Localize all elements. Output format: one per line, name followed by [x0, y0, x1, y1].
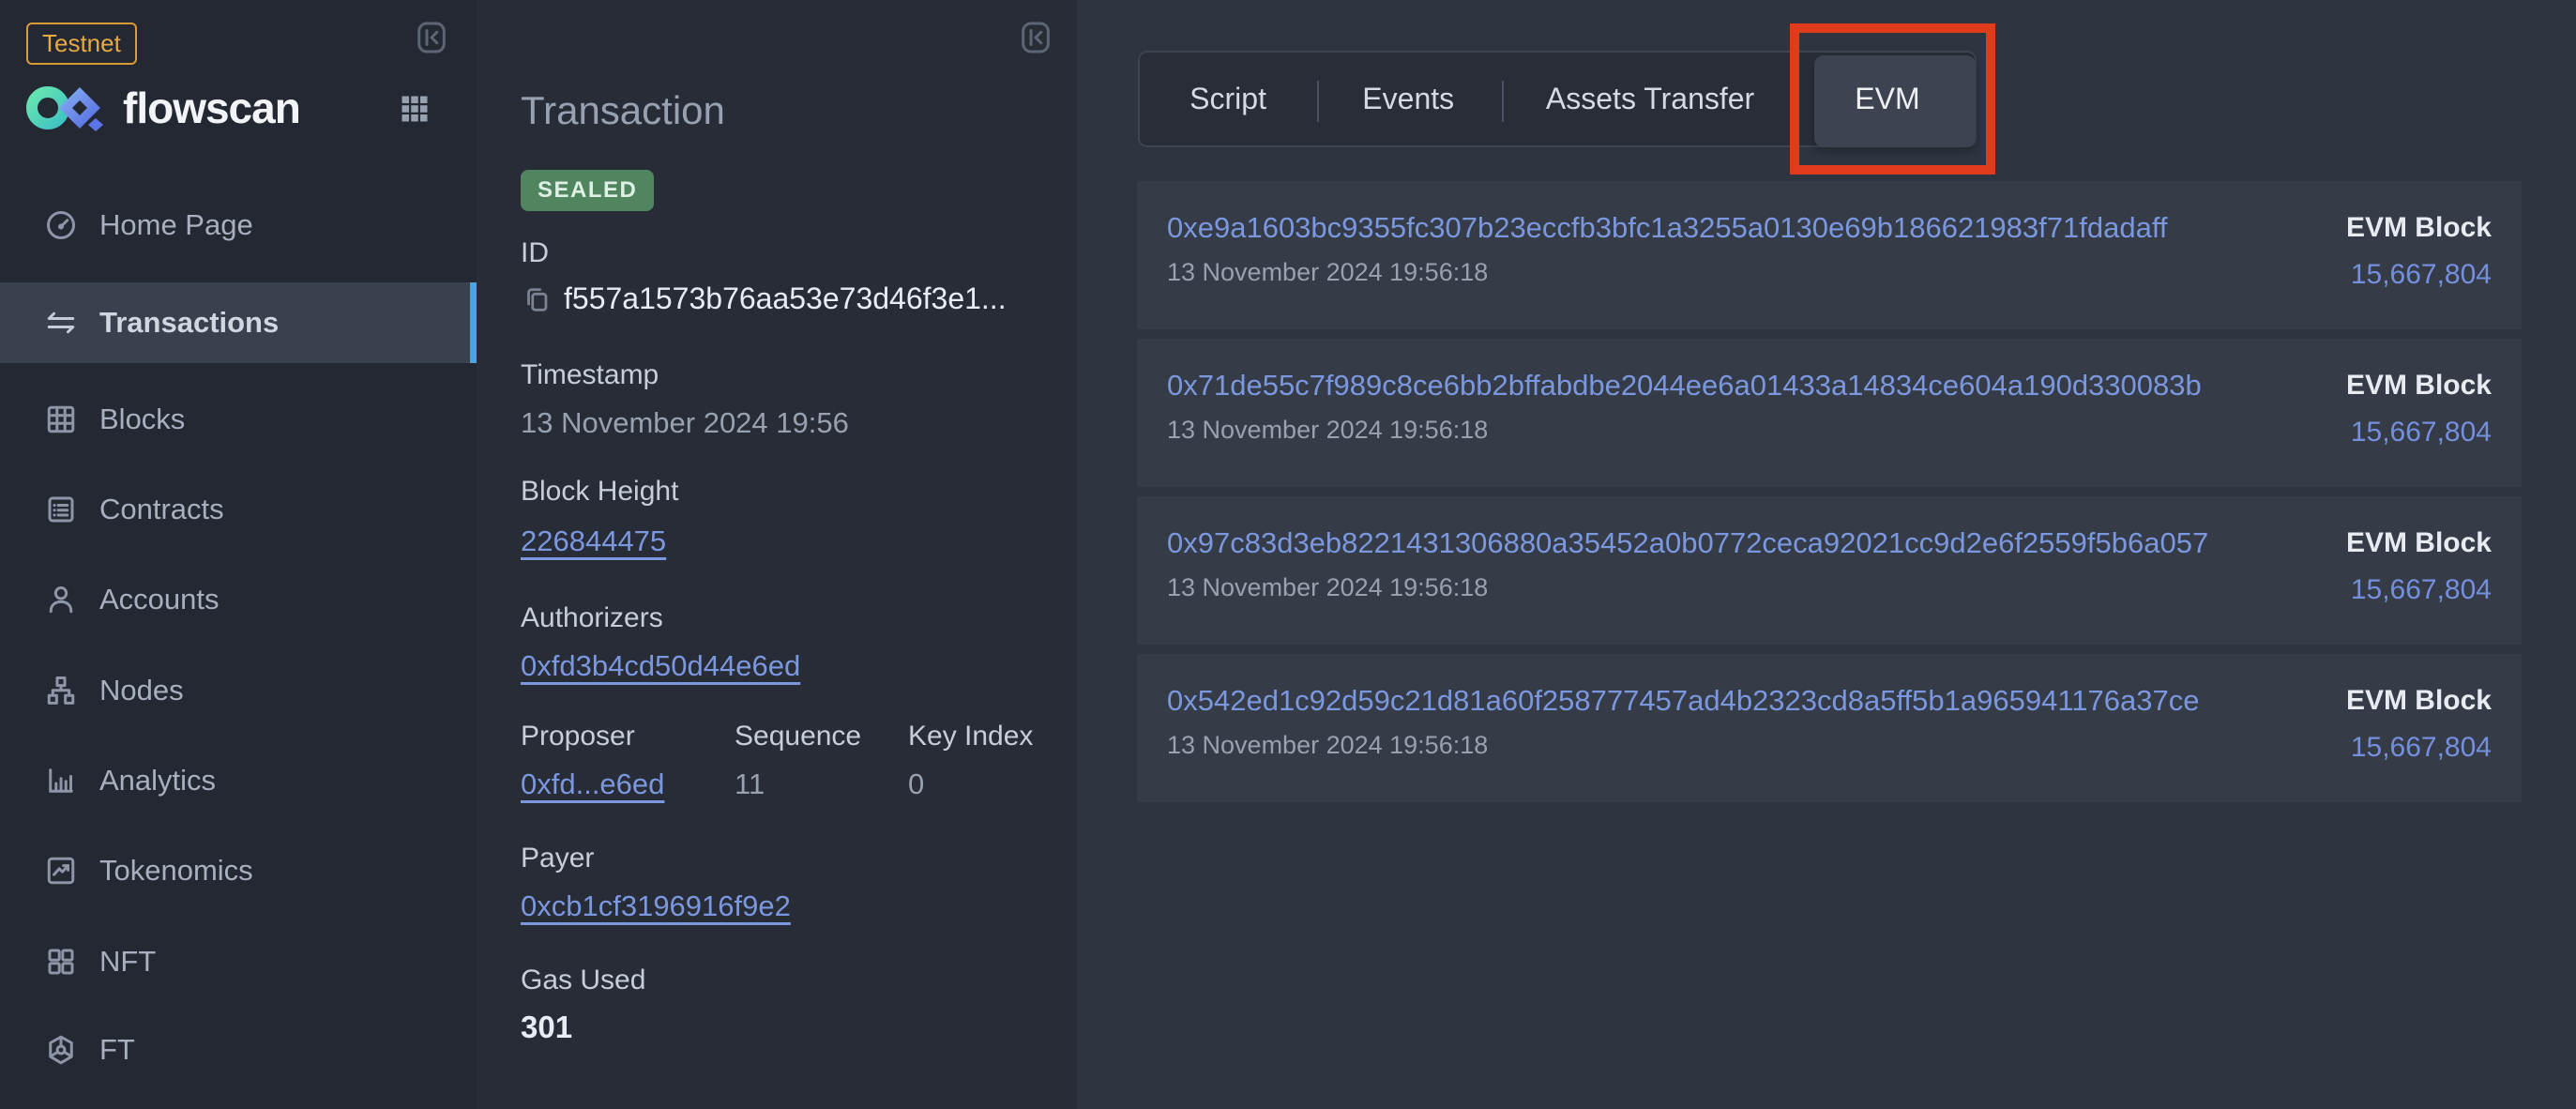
- tab-assets-transfer[interactable]: Assets Transfer: [1500, 53, 1800, 145]
- tab-script[interactable]: Script: [1140, 53, 1316, 145]
- transfer-arrows-icon: [44, 306, 78, 340]
- sidebar-item-nft[interactable]: NFT: [0, 921, 477, 1002]
- sidebar-item-label: Analytics: [99, 764, 216, 798]
- copy-icon[interactable]: [521, 283, 553, 315]
- payer-label: Payer: [521, 843, 594, 874]
- sidebar-item-label: FT: [99, 1033, 135, 1067]
- transaction-id-row: f557a1573b76aa53e73d46f3e1...: [521, 281, 1007, 316]
- sidebar-item-blocks[interactable]: Blocks: [0, 379, 477, 460]
- sidebar-item-label: Nodes: [99, 674, 184, 707]
- timestamp-label: Timestamp: [521, 359, 659, 391]
- evm-tx-timestamp: 13 November 2024 19:56:18: [1167, 416, 1488, 445]
- evm-tx-hash-link[interactable]: 0x71de55c7f989c8ce6bb2bffabdbe2044ee6a01…: [1167, 369, 2202, 403]
- sidebar-item-label: Home Page: [99, 208, 253, 242]
- sequence-value: 11: [735, 767, 765, 801]
- line-chart-icon: [44, 854, 78, 888]
- evm-block-label: EVM Block: [2346, 212, 2492, 244]
- sidebar-item-label: Contracts: [99, 493, 224, 526]
- evm-transaction-row: 0x97c83d3eb8221431306880a35452a0b0772cec…: [1137, 496, 2522, 645]
- sidebar-item-contracts[interactable]: Contracts: [0, 469, 477, 550]
- gas-used-label: Gas Used: [521, 965, 645, 996]
- cube-icon: [44, 1033, 78, 1067]
- sidebar-item-label: Blocks: [99, 403, 185, 436]
- gauge-icon: [44, 208, 78, 242]
- panel-collapse-icon[interactable]: [1017, 19, 1054, 56]
- sidebar-item-nodes[interactable]: Nodes: [0, 650, 477, 731]
- id-label: ID: [521, 237, 549, 269]
- proposer-label: Proposer: [521, 721, 635, 752]
- evm-block-label: EVM Block: [2346, 685, 2492, 717]
- authorizers-label: Authorizers: [521, 602, 663, 634]
- evm-transactions-list: 0xe9a1603bc9355fc307b23eccfb3bfc1a3255a0…: [1137, 181, 2522, 812]
- page-title: Transaction: [521, 88, 725, 133]
- sidebar-item-accounts[interactable]: Accounts: [0, 559, 477, 640]
- main-content: Script Events Assets Transfer EVM 0xe9a1…: [1077, 0, 2576, 1109]
- evm-tx-timestamp: 13 November 2024 19:56:18: [1167, 573, 1488, 602]
- table-grid-icon: [44, 403, 78, 436]
- sidebar-item-label: Tokenomics: [99, 854, 253, 888]
- block-height-label: Block Height: [521, 476, 678, 508]
- evm-transaction-row: 0x71de55c7f989c8ce6bb2bffabdbe2044ee6a01…: [1137, 339, 2522, 487]
- authorizer-link[interactable]: 0xfd3b4cd50d44e6ed: [521, 649, 800, 683]
- evm-tx-timestamp: 13 November 2024 19:56:18: [1167, 731, 1488, 760]
- sidebar-item-home-page[interactable]: Home Page: [0, 185, 477, 266]
- tab-evm[interactable]: EVM: [1800, 53, 1975, 145]
- sidebar-item-transactions[interactable]: Transactions: [0, 282, 477, 363]
- gas-used-value: 301: [521, 1010, 572, 1045]
- evm-block-number-link[interactable]: 15,667,804: [2351, 417, 2492, 448]
- sidebar-item-analytics[interactable]: Analytics: [0, 740, 477, 821]
- sidebar-item-label: Transactions: [99, 306, 279, 340]
- sidebar-item-ft[interactable]: FT: [0, 1010, 477, 1090]
- transaction-id-value[interactable]: f557a1573b76aa53e73d46f3e1...: [564, 281, 1007, 316]
- evm-tx-hash-link[interactable]: 0xe9a1603bc9355fc307b23eccfb3bfc1a3255a0…: [1167, 211, 2168, 245]
- sidebar: Testnet flowscan: [0, 0, 477, 1109]
- proposer-link[interactable]: 0xfd...e6ed: [521, 767, 664, 801]
- sidebar-item-tokenomics[interactable]: Tokenomics: [0, 830, 477, 911]
- evm-block-number-link[interactable]: 15,667,804: [2351, 259, 2492, 291]
- evm-transaction-row: 0x542ed1c92d59c21d81a60f258777457ad4b232…: [1137, 654, 2522, 802]
- sidebar-item-label: NFT: [99, 945, 156, 979]
- person-icon: [44, 583, 78, 616]
- evm-block-label: EVM Block: [2346, 527, 2492, 559]
- key-index-label: Key Index: [908, 721, 1033, 752]
- sidebar-item-label: Accounts: [99, 583, 220, 616]
- tab-bar: Script Events Assets Transfer EVM: [1138, 51, 1977, 147]
- transaction-panel: Transaction SEALED ID f557a1573b76aa53e7…: [477, 0, 1077, 1109]
- block-height-link[interactable]: 226844475: [521, 524, 666, 558]
- evm-tx-timestamp: 13 November 2024 19:56:18: [1167, 258, 1488, 287]
- payer-link[interactable]: 0xcb1cf3196916f9e2: [521, 889, 791, 923]
- evm-block-label: EVM Block: [2346, 370, 2492, 402]
- key-index-value: 0: [908, 767, 924, 801]
- status-badge: SEALED: [521, 170, 654, 211]
- evm-tx-hash-link[interactable]: 0x97c83d3eb8221431306880a35452a0b0772cec…: [1167, 526, 2208, 560]
- evm-block-number-link[interactable]: 15,667,804: [2351, 732, 2492, 764]
- tab-events[interactable]: Events: [1316, 53, 1500, 145]
- evm-tx-hash-link[interactable]: 0x542ed1c92d59c21d81a60f258777457ad4b232…: [1167, 684, 2199, 718]
- sequence-label: Sequence: [735, 721, 861, 752]
- squares-grid-icon: [44, 945, 78, 979]
- sidebar-nav: Home Page Transactions Blocks Contracts: [0, 0, 477, 1109]
- bar-chart-icon: [44, 764, 78, 798]
- document-list-icon: [44, 493, 78, 526]
- timestamp-value: 13 November 2024 19:56: [521, 406, 849, 440]
- evm-block-number-link[interactable]: 15,667,804: [2351, 574, 2492, 606]
- evm-transaction-row: 0xe9a1603bc9355fc307b23eccfb3bfc1a3255a0…: [1137, 181, 2522, 329]
- hierarchy-icon: [44, 674, 78, 707]
